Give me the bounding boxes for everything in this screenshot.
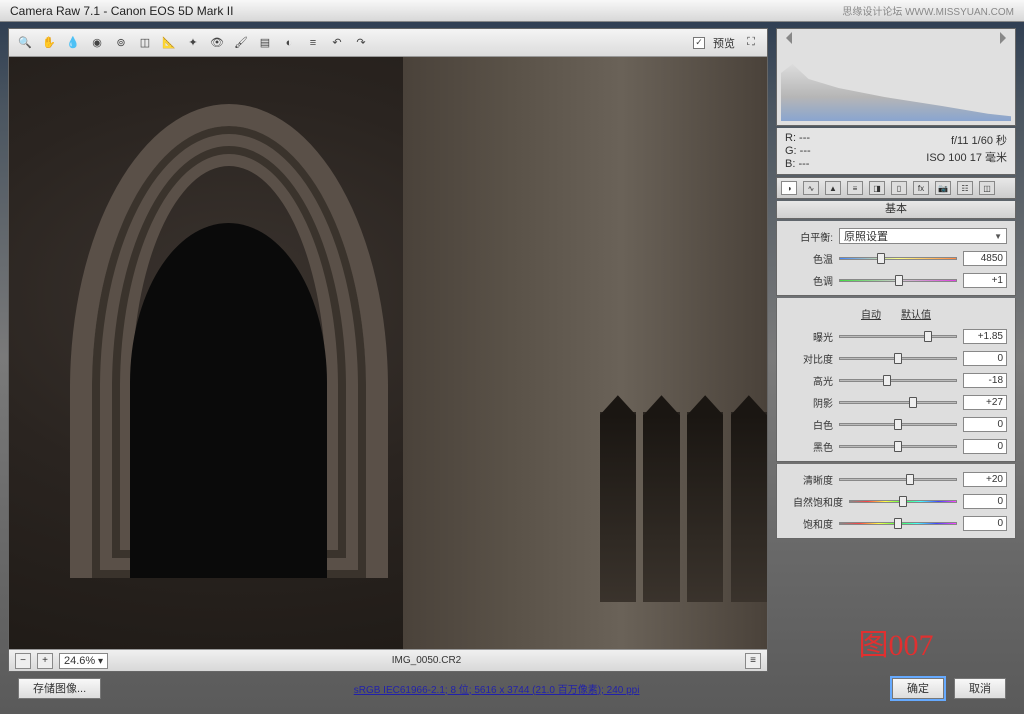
- tab-camera[interactable]: 📷: [935, 181, 951, 195]
- spot-removal-icon[interactable]: ✦: [185, 35, 201, 51]
- contrast-slider[interactable]: [839, 351, 957, 365]
- highlights-slider[interactable]: [839, 373, 957, 387]
- grad-filter-icon[interactable]: ▤: [257, 35, 273, 51]
- panel-tabs: ◑ ∿ ▲ ≡ ◨ ▯ fx 📷 ☷ ◫: [776, 177, 1016, 199]
- tab-fx[interactable]: fx: [913, 181, 929, 195]
- target-adjust-icon[interactable]: ⊚: [113, 35, 129, 51]
- clarity-slider[interactable]: [839, 472, 957, 486]
- blacks-slider[interactable]: [839, 439, 957, 453]
- wb-label: 白平衡:: [785, 229, 833, 244]
- straighten-tool-icon[interactable]: 📐: [161, 35, 177, 51]
- adjust-panel: R: --- G: --- B: --- f/11 1/60 秒 ISO 100…: [776, 28, 1016, 672]
- preview-pane: 🔍 ✋ 💧 ◉ ⊚ ◫ 📐 ✦ 👁 🖌 ▤ ◐ ≡ ↶ ↷ ✓ 预览 ⛶: [8, 28, 768, 672]
- readout-exposure: f/11 1/60 秒: [926, 132, 1007, 148]
- temp-value[interactable]: 4850: [963, 251, 1007, 266]
- wb-select[interactable]: 原照设置: [839, 228, 1007, 244]
- toolbar: 🔍 ✋ 💧 ◉ ⊚ ◫ 📐 ✦ 👁 🖌 ▤ ◐ ≡ ↶ ↷ ✓ 预览 ⛶: [9, 29, 767, 57]
- cancel-button[interactable]: 取消: [954, 678, 1006, 699]
- highlights-value[interactable]: -18: [963, 373, 1007, 388]
- shadows-value[interactable]: +27: [963, 395, 1007, 410]
- temp-slider[interactable]: [839, 251, 957, 265]
- prefs-icon[interactable]: ≡: [305, 35, 321, 51]
- color-sampler-icon[interactable]: ◉: [89, 35, 105, 51]
- tab-curve[interactable]: ∿: [803, 181, 819, 195]
- blacks-label: 黑色: [785, 439, 833, 454]
- contrast-label: 对比度: [785, 351, 833, 366]
- auto-link[interactable]: 自动: [861, 306, 881, 321]
- ok-button[interactable]: 确定: [892, 678, 944, 699]
- exposure-label: 曝光: [785, 329, 833, 344]
- readout-iso: ISO 100 17 毫米: [926, 149, 1007, 165]
- workflow-link[interactable]: sRGB IEC61966-2.1; 8 位; 5616 x 3744 (21.…: [113, 681, 880, 696]
- tint-label: 色调: [785, 273, 833, 288]
- adjust-brush-icon[interactable]: 🖌: [233, 35, 249, 51]
- tab-hsl[interactable]: ≡: [847, 181, 863, 195]
- status-bar: − + 24.6% ▾ IMG_0050.CR2 ≡: [9, 649, 767, 671]
- saturation-slider[interactable]: [839, 516, 957, 530]
- zoom-tool-icon[interactable]: 🔍: [17, 35, 33, 51]
- histogram[interactable]: [776, 28, 1016, 126]
- shadows-label: 阴影: [785, 395, 833, 410]
- redeye-tool-icon[interactable]: 👁: [209, 35, 225, 51]
- tab-lens[interactable]: ▯: [891, 181, 907, 195]
- tab-presets[interactable]: ☷: [957, 181, 973, 195]
- vibrance-slider[interactable]: [849, 494, 957, 508]
- readout-g: G: ---: [785, 145, 811, 157]
- temp-label: 色温: [785, 251, 833, 266]
- clarity-value[interactable]: +20: [963, 472, 1007, 487]
- window-title: Camera Raw 7.1 - Canon EOS 5D Mark II: [10, 4, 233, 18]
- contrast-value[interactable]: 0: [963, 351, 1007, 366]
- hand-tool-icon[interactable]: ✋: [41, 35, 57, 51]
- filename-label: IMG_0050.CR2: [114, 655, 739, 666]
- fullscreen-icon[interactable]: ⛶: [743, 35, 759, 51]
- blacks-value[interactable]: 0: [963, 439, 1007, 454]
- tab-detail[interactable]: ▲: [825, 181, 841, 195]
- whites-slider[interactable]: [839, 417, 957, 431]
- figure-stamp: 图007: [776, 612, 1016, 672]
- tab-split[interactable]: ◨: [869, 181, 885, 195]
- radial-filter-icon[interactable]: ◐: [281, 35, 297, 51]
- rotate-cw-icon[interactable]: ↷: [353, 35, 369, 51]
- exposure-slider[interactable]: [839, 329, 957, 343]
- wb-tool-icon[interactable]: 💧: [65, 35, 81, 51]
- highlights-label: 高光: [785, 373, 833, 388]
- highlight-clip-icon[interactable]: [1000, 32, 1012, 44]
- readout-b: B: ---: [785, 158, 811, 170]
- tab-snapshots[interactable]: ◫: [979, 181, 995, 195]
- saturation-label: 饱和度: [785, 516, 833, 531]
- watermark: 思缘设计论坛 WWW.MISSYUAN.COM: [842, 3, 1014, 18]
- readout-r: R: ---: [785, 132, 811, 144]
- preview-label: 预览: [713, 35, 735, 51]
- default-link[interactable]: 默认值: [901, 306, 931, 321]
- exif-readout: R: --- G: --- B: --- f/11 1/60 秒 ISO 100…: [776, 128, 1016, 175]
- crop-tool-icon[interactable]: ◫: [137, 35, 153, 51]
- saturation-value[interactable]: 0: [963, 516, 1007, 531]
- save-image-button[interactable]: 存储图像...: [18, 678, 101, 699]
- tint-slider[interactable]: [839, 273, 957, 287]
- shadows-slider[interactable]: [839, 395, 957, 409]
- zoom-in-button[interactable]: +: [37, 653, 53, 669]
- image-preview[interactable]: [9, 57, 767, 649]
- bottom-bar: 存储图像... sRGB IEC61966-2.1; 8 位; 5616 x 3…: [8, 672, 1016, 704]
- vibrance-value[interactable]: 0: [963, 494, 1007, 509]
- tint-value[interactable]: +1: [963, 273, 1007, 288]
- vibrance-label: 自然饱和度: [785, 494, 843, 509]
- zoom-select[interactable]: 24.6% ▾: [59, 653, 108, 669]
- tab-basic[interactable]: ◑: [781, 181, 797, 195]
- exposure-value[interactable]: +1.85: [963, 329, 1007, 344]
- clarity-label: 清晰度: [785, 472, 833, 487]
- filmstrip-toggle[interactable]: ≡: [745, 653, 761, 669]
- rotate-ccw-icon[interactable]: ↶: [329, 35, 345, 51]
- panel-header: 基本: [776, 201, 1016, 219]
- shadow-clip-icon[interactable]: [780, 32, 792, 44]
- whites-label: 白色: [785, 417, 833, 432]
- preview-checkbox[interactable]: ✓: [693, 37, 705, 49]
- title-bar: Camera Raw 7.1 - Canon EOS 5D Mark II 思缘…: [0, 0, 1024, 22]
- zoom-out-button[interactable]: −: [15, 653, 31, 669]
- whites-value[interactable]: 0: [963, 417, 1007, 432]
